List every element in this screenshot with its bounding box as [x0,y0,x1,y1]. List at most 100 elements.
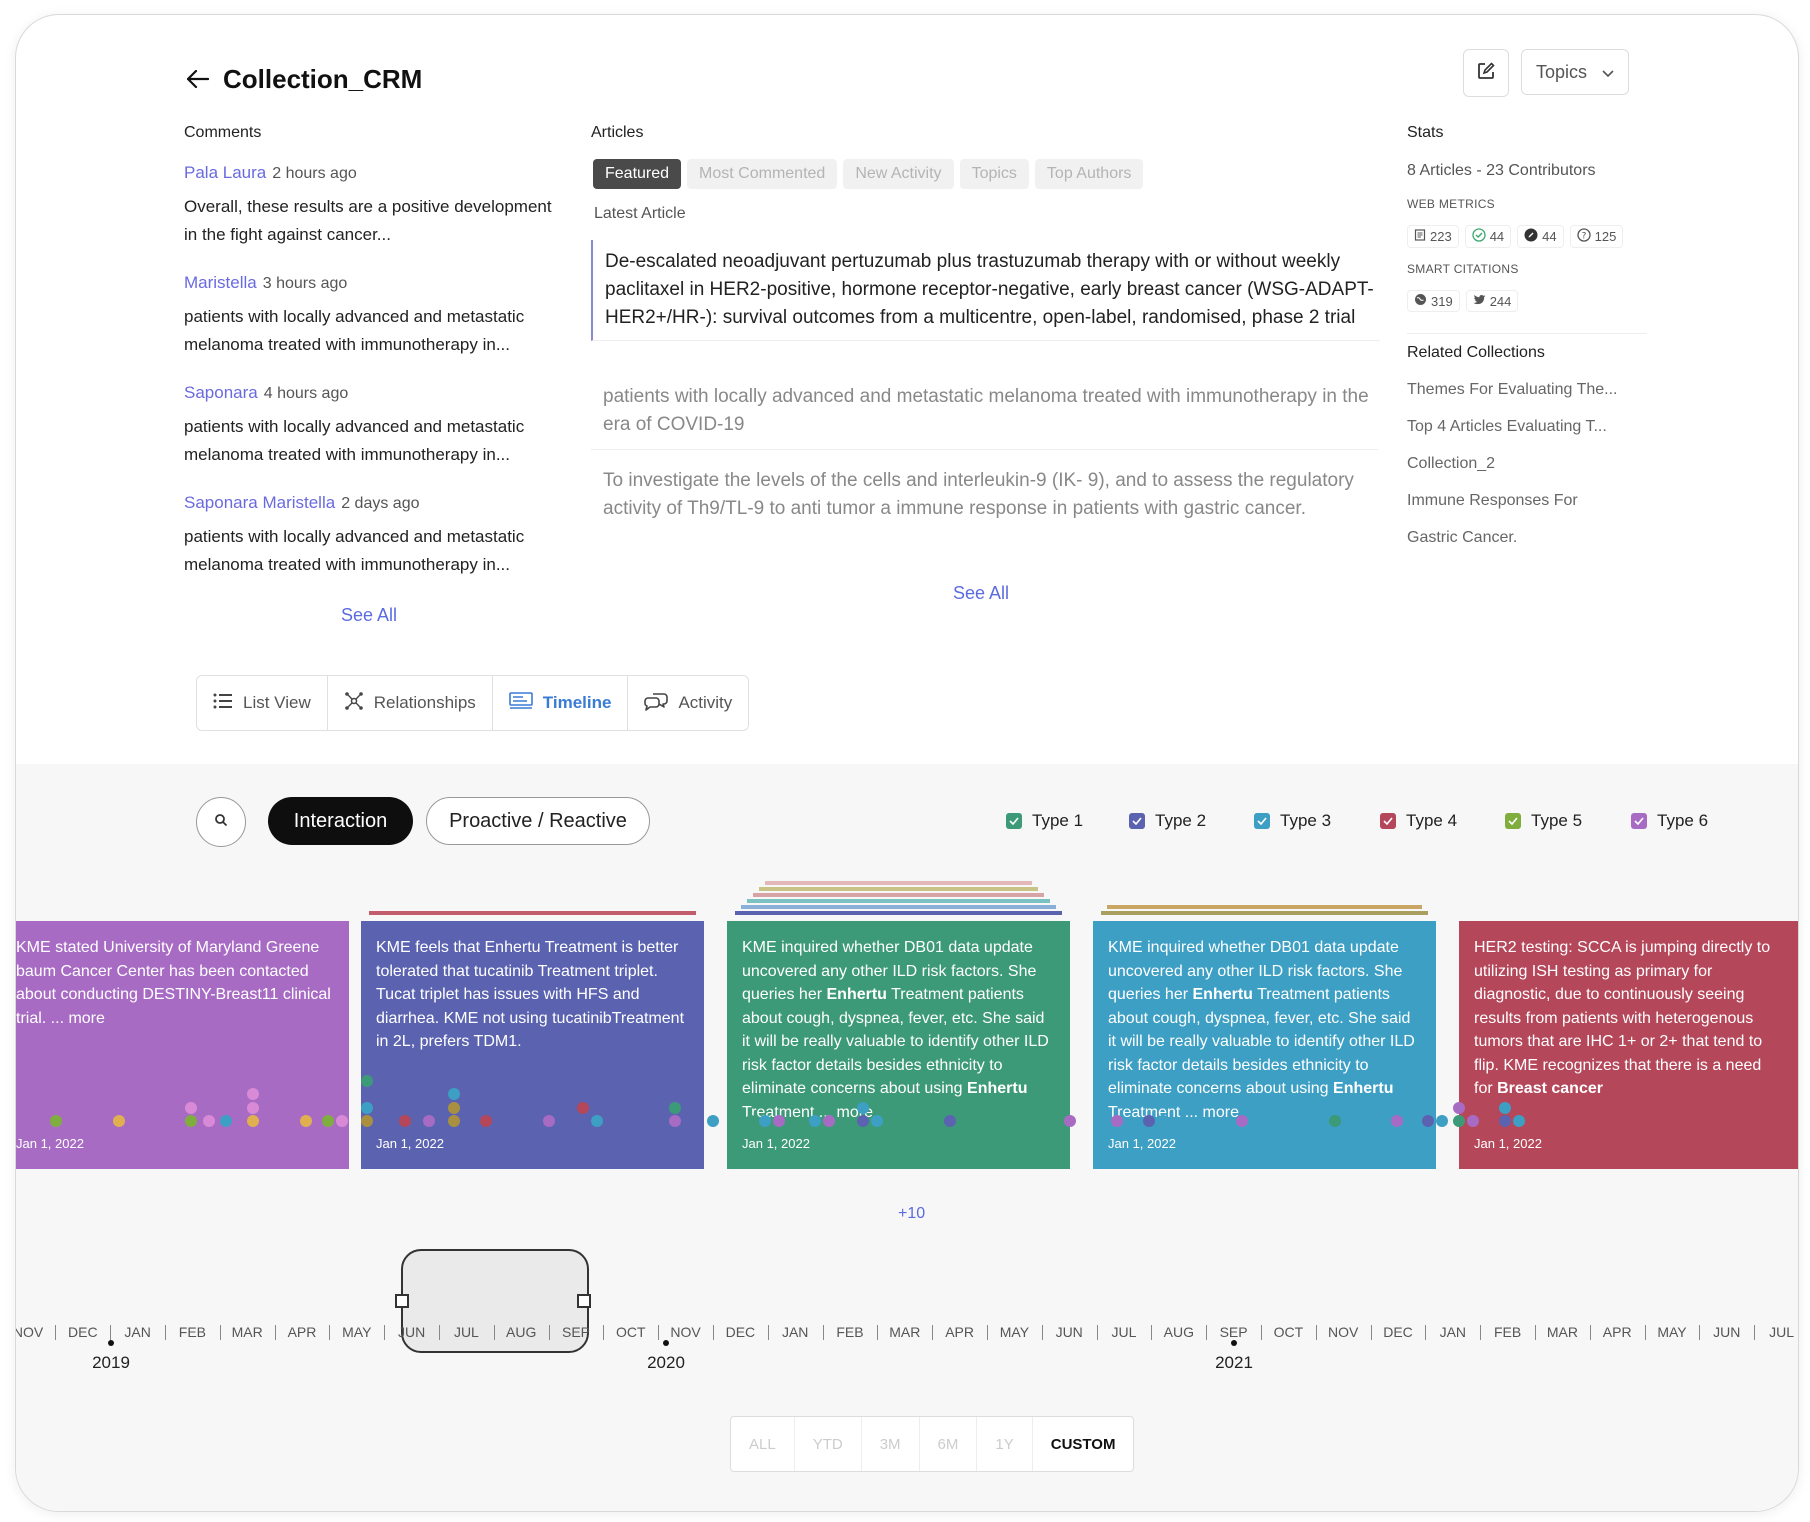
related-collection-item[interactable]: Collection_2 [1407,455,1495,473]
timeline-event-dot[interactable] [247,1101,259,1114]
back-arrow-icon[interactable] [182,63,214,95]
tab-activity[interactable]: Activity [628,676,748,730]
filter-topics[interactable]: Topics [959,159,1029,189]
comment-author[interactable]: Saponara [184,383,258,402]
filter-most-commented[interactable]: Most Commented [687,159,838,189]
timeline-search-button[interactable] [196,797,246,847]
timeline-event-dot[interactable] [399,1115,411,1127]
timeline-event-dot[interactable] [1050,1115,1062,1127]
range-1y[interactable]: 1Y [977,1417,1033,1471]
articles-see-all-link[interactable]: See All [953,583,1009,604]
timeline-event-dot[interactable] [543,1115,555,1127]
comment-author[interactable]: Maristella [184,273,257,292]
edit-button[interactable] [1463,49,1509,97]
timeline-event-dot[interactable] [300,1115,312,1127]
filter-featured[interactable]: Featured [593,159,682,189]
timeline-card[interactable]: KME feels that Enhertu Treatment is bett… [361,921,704,1169]
timeline-event-dot[interactable] [399,1101,411,1114]
timeline-event-dot[interactable] [361,1088,373,1100]
timeline-event-dot[interactable] [1097,1115,1109,1127]
tab-relationships[interactable]: Relationships [328,676,493,730]
legend-type-2[interactable]: Type 2 [1129,811,1206,831]
timeline-event-dot[interactable] [669,1115,681,1127]
timeline-card[interactable]: KME inquired whether DB01 data update un… [727,921,1070,1169]
timeline-event-dot[interactable] [1436,1115,1448,1127]
topics-dropdown[interactable]: Topics [1521,49,1629,95]
timeline-event-dot[interactable] [1377,1115,1389,1127]
timeline-event-dot[interactable] [1391,1115,1403,1127]
timeline-event-dot[interactable] [423,1115,435,1127]
tab-list-view[interactable]: List View [197,676,328,730]
timeline-event-dot[interactable] [336,1115,348,1127]
related-collection-item[interactable]: Immune Responses For [1407,492,1578,510]
timeline-event-dot[interactable] [1064,1115,1076,1127]
timeline-event-dot[interactable] [1499,1101,1511,1114]
comments-see-all-link[interactable]: See All [341,605,397,626]
filter-top-authors[interactable]: Top Authors [1034,159,1144,189]
timeline-card[interactable]: KME stated University of Maryland Greene… [16,921,349,1169]
timeline-event-dot[interactable] [577,1101,589,1114]
timeline-event-dot[interactable] [944,1115,956,1127]
timeline-event-dot[interactable] [809,1115,821,1127]
timeline-event-dot[interactable] [707,1115,719,1127]
interaction-mode-button[interactable]: Interaction [268,797,413,845]
related-collection-item[interactable]: Themes For Evaluating The... [1407,381,1617,399]
related-collection-item[interactable]: Gastric Cancer. [1407,529,1517,547]
timeline-event-dot[interactable] [1499,1115,1511,1127]
legend-type-6[interactable]: Type 6 [1631,811,1708,831]
timeline-card[interactable]: HER2 testing: SCCA is jumping directly t… [1459,921,1798,1169]
timeline-event-dot[interactable] [857,1101,869,1114]
tab-timeline[interactable]: Timeline [493,676,629,730]
timeline-event-dot[interactable] [1422,1115,1434,1127]
timeline-event-dot[interactable] [857,1115,869,1127]
timeline-event-dot[interactable] [448,1115,460,1127]
timeline-event-dot[interactable] [759,1115,771,1127]
timeline-event-dot[interactable] [203,1115,215,1127]
timeline-event-dot[interactable] [185,1101,197,1114]
timeline-event-dot[interactable] [669,1101,681,1114]
timeline-event-dot[interactable] [1111,1115,1123,1127]
timeline-event-dot[interactable] [448,1101,460,1114]
legend-type-4[interactable]: Type 4 [1380,811,1457,831]
timeline-event-dot[interactable] [591,1115,603,1127]
timeline-event-dot[interactable] [1157,1115,1169,1127]
more-count-link[interactable]: +10 [898,1205,925,1223]
timeline-event-dot[interactable] [1143,1115,1155,1127]
comment-author[interactable]: Pala Laura [184,163,266,182]
featured-article[interactable]: De-escalated neoadjuvant pertuzumab plus… [591,240,1380,341]
timeline-event-dot[interactable] [577,1115,589,1127]
timeline-event-dot[interactable] [247,1088,259,1100]
timeline-event-dot[interactable] [871,1115,883,1127]
timeline-event-dot[interactable] [185,1115,197,1127]
timeline-card[interactable]: KME inquired whether DB01 data update un… [1093,921,1436,1169]
legend-type-5[interactable]: Type 5 [1505,811,1582,831]
timeline-event-dot[interactable] [361,1074,373,1087]
range-3m[interactable]: 3M [862,1417,920,1471]
legend-type-1[interactable]: Type 1 [1006,811,1083,831]
range-custom[interactable]: CUSTOM [1033,1417,1134,1471]
timeline-event-dot[interactable] [361,1115,373,1127]
timeline-event-dot[interactable] [1513,1115,1525,1127]
timeline-event-dot[interactable] [361,1101,373,1114]
timeline-event-dot[interactable] [448,1088,460,1100]
brush-left-handle[interactable] [395,1294,409,1308]
comment-author[interactable]: Saponara Maristella [184,493,335,512]
article-item[interactable]: patients with locally advanced and metas… [591,377,1378,450]
timeline-event-dot[interactable] [996,1115,1008,1127]
timeline-event-dot[interactable] [1453,1115,1465,1127]
timeline-event-dot[interactable] [1273,1115,1285,1127]
timeline-event-dot[interactable] [113,1115,125,1127]
timeline-event-dot[interactable] [50,1115,62,1127]
timeline-event-dot[interactable] [247,1115,259,1127]
timeline-event-dot[interactable] [1453,1101,1465,1114]
legend-type-3[interactable]: Type 3 [1254,811,1331,831]
timeline-event-dot[interactable] [480,1115,492,1127]
timeline-event-dot[interactable] [322,1115,334,1127]
timeline-event-dot[interactable] [773,1115,785,1127]
related-collection-item[interactable]: Top 4 Articles Evaluating T... [1407,418,1607,436]
range-6m[interactable]: 6M [920,1417,978,1471]
timeline-event-dot[interactable] [1329,1115,1341,1127]
range-all[interactable]: ALL [731,1417,795,1471]
range-ytd[interactable]: YTD [795,1417,862,1471]
brush-right-handle[interactable] [577,1294,591,1308]
